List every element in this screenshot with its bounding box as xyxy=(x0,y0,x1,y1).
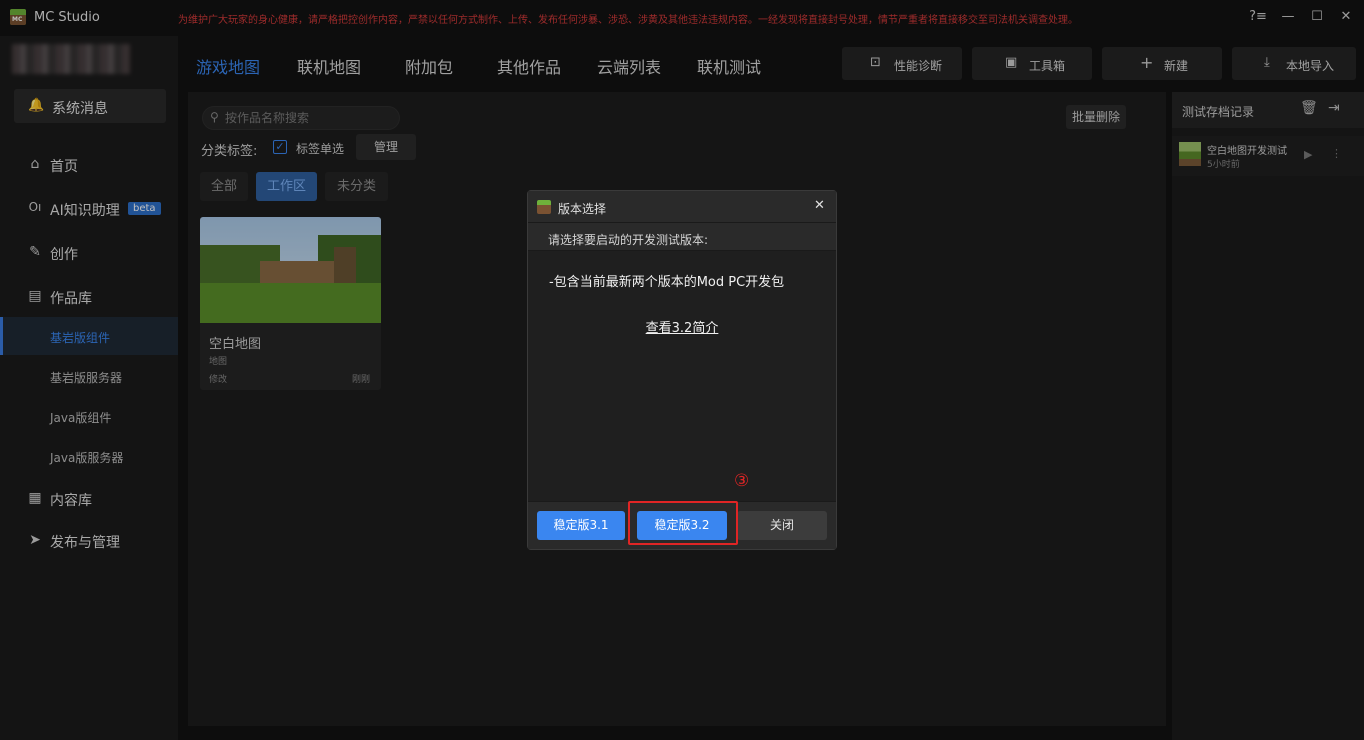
step-number: ③ xyxy=(734,471,750,491)
mc-logo-icon xyxy=(537,200,551,214)
app-window: MC MC Studio 为维护广大玩家的身心健康，请严格把控创作内容，严禁以任… xyxy=(0,0,1364,740)
view-intro-link[interactable]: 查看3.2简介 xyxy=(528,317,836,336)
dialog-title: 版本选择 xyxy=(558,202,607,216)
version-select-dialog: 版本选择 ✕ 请选择要启动的开发测试版本: -包含当前最新两个版本的Mod PC… xyxy=(527,190,837,550)
close-icon[interactable]: ✕ xyxy=(814,198,825,213)
close-dialog-button[interactable]: 关闭 xyxy=(737,511,827,540)
step-highlight-box xyxy=(628,501,738,545)
dialog-prompt: 请选择要启动的开发测试版本: xyxy=(528,223,836,251)
dialog-header: 版本选择 ✕ xyxy=(528,191,836,223)
dialog-body: -包含当前最新两个版本的Mod PC开发包 查看3.2简介 xyxy=(528,251,836,501)
dialog-prompt-text: 请选择要启动的开发测试版本: xyxy=(548,233,709,247)
dialog-description: -包含当前最新两个版本的Mod PC开发包 xyxy=(549,275,785,290)
stable-3-1-button[interactable]: 稳定版3.1 xyxy=(537,511,625,540)
